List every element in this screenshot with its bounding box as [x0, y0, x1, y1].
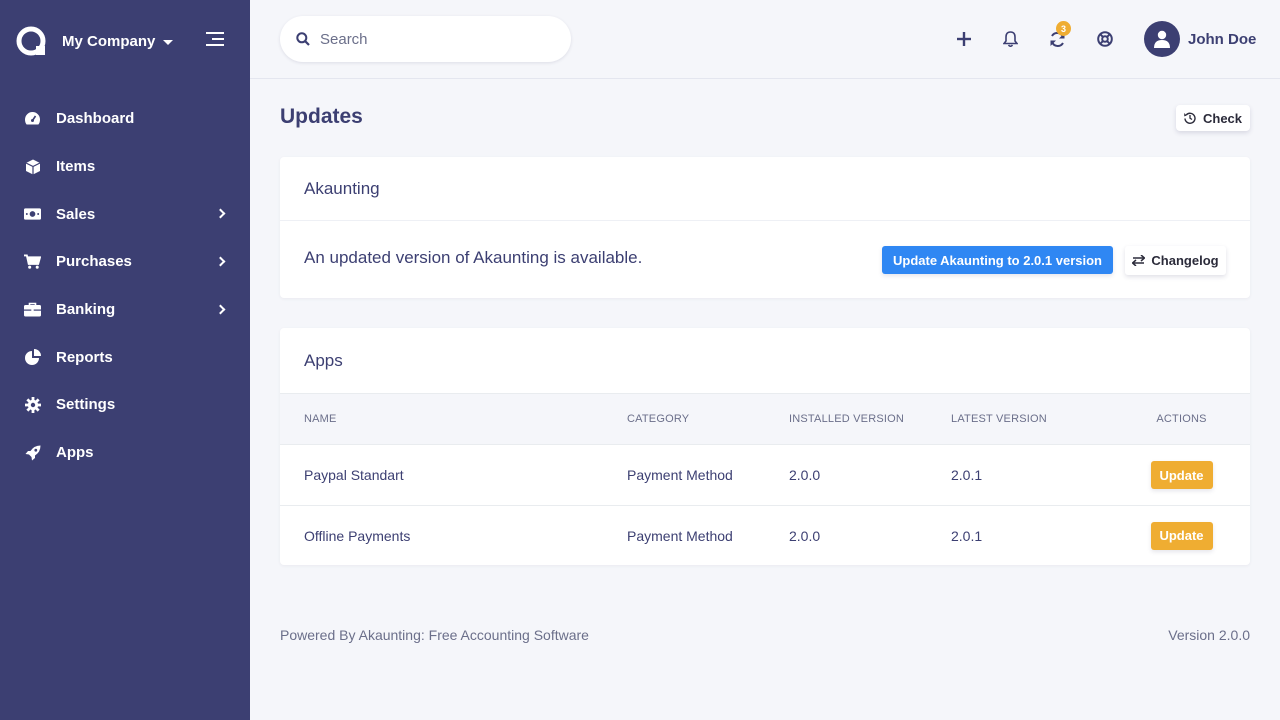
- plus-icon: [957, 32, 971, 46]
- sidebar-item-reports[interactable]: Reports: [0, 333, 250, 381]
- sidebar-toggle-icon[interactable]: [206, 31, 226, 47]
- column-header-installed-version: INSTALLED VERSION: [789, 413, 905, 425]
- update-app-button[interactable]: Update: [1150, 521, 1213, 550]
- sidebar-item-purchases[interactable]: Purchases: [0, 238, 250, 286]
- changelog-button[interactable]: Changelog: [1125, 246, 1226, 275]
- search-box[interactable]: [280, 16, 571, 62]
- check-label: Check: [1202, 110, 1243, 126]
- apps-title: Apps: [304, 350, 343, 370]
- core-update-title: Akaunting: [280, 157, 1250, 221]
- chart-pie-icon: [24, 349, 41, 366]
- tachometer-icon: [24, 110, 41, 127]
- chevron-right-icon: [215, 208, 226, 219]
- sidebar-nav: Dashboard Items Sales Purchases Banking …: [0, 95, 250, 477]
- sidebar-item-label: Sales: [56, 205, 96, 223]
- sidebar-item-apps[interactable]: Apps: [0, 429, 250, 477]
- rocket-icon: [24, 444, 41, 461]
- update-akaunting-button[interactable]: Update Akaunting to 2.0.1 version: [882, 246, 1113, 274]
- installed-version: 2.0.0: [789, 527, 821, 544]
- core-update-body: An updated version of Akaunting is avail…: [280, 221, 1250, 298]
- app-version: Version 2.0.0: [1168, 627, 1250, 643]
- latest-version: 2.0.1: [951, 527, 983, 544]
- core-update-card: Akaunting An updated version of Akauntin…: [280, 157, 1250, 298]
- brand: My Company: [16, 24, 174, 58]
- user-name: John Doe: [1188, 30, 1257, 48]
- latest-version: 2.0.1: [951, 467, 983, 483]
- cube-icon: [24, 158, 41, 175]
- sidebar-item-label: Reports: [56, 348, 113, 366]
- bell-icon: [1002, 31, 1018, 47]
- sidebar-item-label: Dashboard: [56, 110, 135, 128]
- shopping-cart-icon: [24, 253, 41, 270]
- sidebar: My Company Dashboard Items Sales Purchas…: [0, 0, 250, 720]
- user-menu[interactable]: John Doe: [1144, 21, 1256, 57]
- table-row: Offline Payments Payment Method 2.0.0 2.…: [280, 506, 1250, 566]
- chevron-right-icon: [215, 304, 226, 315]
- table-header-row: NAME CATEGORY INSTALLED VERSION LATEST V…: [280, 393, 1250, 445]
- update-available-message: An updated version of Akaunting is avail…: [304, 248, 643, 267]
- app-category: Payment Method: [627, 527, 733, 544]
- add-new-button[interactable]: [953, 28, 975, 50]
- search-icon: [296, 32, 310, 46]
- history-icon: [1184, 112, 1196, 124]
- cog-icon: [24, 396, 41, 413]
- sidebar-item-items[interactable]: Items: [0, 143, 250, 191]
- chevron-right-icon: [215, 256, 226, 267]
- sidebar-item-label: Banking: [56, 301, 116, 319]
- update-app-button[interactable]: Update: [1150, 461, 1213, 489]
- sidebar-item-label: Apps: [56, 444, 94, 462]
- company-name: My Company: [62, 32, 156, 50]
- avatar: [1144, 21, 1180, 57]
- notifications-button[interactable]: [999, 28, 1021, 50]
- powered-by-link[interactable]: Powered By Akaunting: Free Accounting So…: [280, 627, 589, 643]
- app-category: Payment Method: [627, 467, 733, 483]
- changelog-label: Changelog: [1151, 253, 1219, 268]
- sidebar-item-dashboard[interactable]: Dashboard: [0, 95, 250, 143]
- apps-table: NAME CATEGORY INSTALLED VERSION LATEST V…: [280, 393, 1250, 566]
- check-updates-button[interactable]: Check: [1176, 105, 1250, 131]
- caret-down-icon: [163, 39, 174, 45]
- top-navbar: 3 John Doe: [250, 0, 1280, 79]
- actions-cell: Update: [1113, 445, 1250, 506]
- installed-version: 2.0.0: [789, 467, 821, 483]
- briefcase-icon: [24, 301, 41, 318]
- sidebar-item-sales[interactable]: Sales: [0, 190, 250, 238]
- search-input[interactable]: [320, 30, 540, 48]
- column-header-name: NAME: [304, 413, 337, 425]
- akaunting-logo-icon[interactable]: [16, 26, 46, 56]
- table-row: Paypal Standart Payment Method 2.0.0 2.0…: [280, 445, 1250, 506]
- apps-updates-card: Apps NAME CATEGORY INSTALLED VERSION LAT…: [280, 328, 1250, 565]
- actions-cell: Update: [1113, 506, 1250, 566]
- column-header-actions: ACTIONS: [1156, 413, 1207, 425]
- sidebar-item-label: Purchases: [56, 253, 132, 271]
- page-title: Updates: [280, 105, 363, 128]
- money-icon: [24, 206, 41, 223]
- sidebar-item-label: Settings: [56, 396, 116, 414]
- exchange-icon: [1132, 255, 1146, 266]
- app-name: Offline Payments: [304, 527, 411, 544]
- user-icon: [1154, 30, 1170, 48]
- sidebar-item-settings[interactable]: Settings: [0, 381, 250, 429]
- company-switcher[interactable]: My Company: [62, 32, 174, 50]
- app-name: Paypal Standart: [304, 467, 404, 483]
- life-ring-icon: [1097, 31, 1113, 47]
- column-header-latest-version: LATEST VERSION: [951, 413, 1047, 425]
- updates-count-badge: 3: [1056, 21, 1071, 36]
- sidebar-item-banking[interactable]: Banking: [0, 286, 250, 334]
- sidebar-item-label: Items: [56, 158, 96, 176]
- help-button[interactable]: [1094, 28, 1116, 50]
- column-header-category: CATEGORY: [627, 413, 690, 425]
